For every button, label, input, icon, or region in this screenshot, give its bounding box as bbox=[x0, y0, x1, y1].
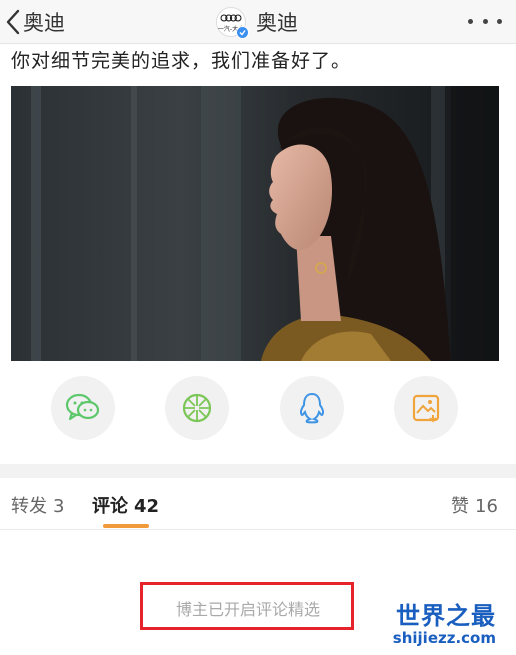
comment-selection-notice: 博主已开启评论精选 bbox=[176, 600, 321, 619]
account-title[interactable]: 一汽-大众 奥迪 bbox=[216, 4, 298, 40]
verified-badge-icon bbox=[236, 26, 249, 39]
tab-repost-count: 3 bbox=[53, 496, 65, 517]
wechat-icon bbox=[65, 393, 100, 421]
tab-comments-count: 42 bbox=[134, 496, 160, 517]
watermark: 世界之最 shijiezz.com bbox=[386, 596, 506, 652]
post-video[interactable] bbox=[11, 86, 499, 361]
share-qq-button[interactable] bbox=[280, 376, 344, 440]
more-options-button[interactable] bbox=[468, 10, 502, 32]
post-text: 你对细节完美的追求，我们准备好了。 bbox=[11, 50, 352, 72]
tab-likes-label: 赞 bbox=[451, 496, 469, 517]
page-title: 奥迪 bbox=[256, 11, 298, 35]
more-dot bbox=[482, 18, 488, 24]
tab-repost-label: 转发 bbox=[11, 496, 47, 517]
woman-portrait-image bbox=[11, 86, 499, 361]
watermark-url: shijiezz.com bbox=[392, 629, 496, 647]
tab-likes-count: 16 bbox=[475, 496, 498, 517]
tab-likes[interactable]: 赞 16 bbox=[451, 492, 498, 518]
moments-icon bbox=[182, 393, 212, 423]
tab-comments[interactable]: 评论 42 bbox=[92, 492, 159, 518]
save-image-button[interactable] bbox=[394, 376, 458, 440]
watermark-title: 世界之最 bbox=[396, 602, 496, 630]
avatar[interactable]: 一汽-大众 bbox=[216, 7, 249, 39]
chevron-left-icon bbox=[6, 9, 20, 35]
audi-rings-logo bbox=[220, 14, 242, 22]
more-dot bbox=[468, 18, 473, 24]
tab-repost[interactable]: 转发 3 bbox=[11, 492, 64, 518]
back-button[interactable]: 奥迪 bbox=[6, 6, 65, 38]
more-dot bbox=[497, 18, 502, 24]
save-image-icon bbox=[412, 394, 440, 423]
top-nav-bar: 奥迪 一汽-大众 奥迪 bbox=[0, 0, 516, 44]
tab-comments-label: 评论 bbox=[92, 496, 128, 517]
back-label: 奥迪 bbox=[23, 11, 65, 35]
qq-icon bbox=[299, 392, 325, 424]
share-wechat-button[interactable] bbox=[51, 376, 115, 440]
share-row bbox=[0, 376, 516, 442]
interaction-tabs: 转发 3 评论 42 赞 16 bbox=[0, 478, 516, 530]
share-moments-button[interactable] bbox=[165, 376, 229, 440]
section-divider bbox=[0, 464, 516, 478]
active-tab-indicator bbox=[103, 524, 149, 528]
